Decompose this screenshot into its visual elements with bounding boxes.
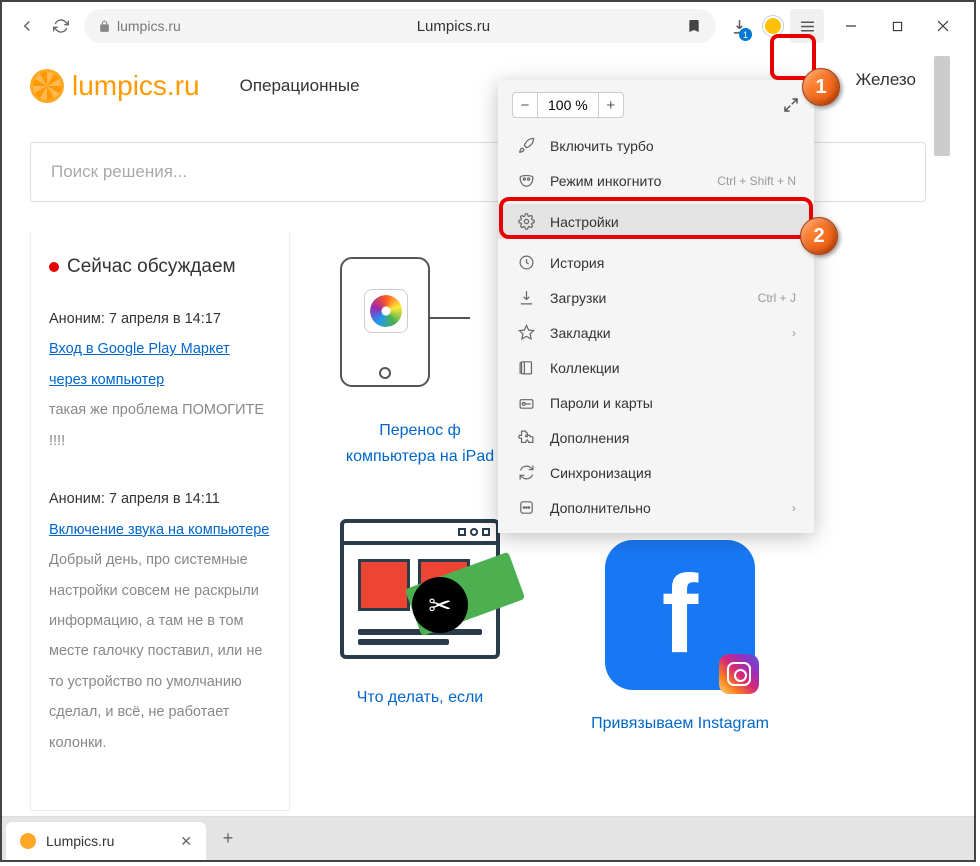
nav-os[interactable]: Операционные xyxy=(240,76,360,96)
tab-bar: Lumpics.ru ✕ + xyxy=(2,816,974,860)
article-card[interactable]: ✂ Что делать, если xyxy=(320,509,520,711)
scrollbar[interactable] xyxy=(934,56,950,156)
rocket-icon xyxy=(516,136,536,156)
lock-icon xyxy=(98,20,111,33)
menu-item-label: Закладки xyxy=(550,325,611,341)
window-controls xyxy=(828,9,966,43)
live-dot-icon xyxy=(49,262,59,272)
menu-item-mask[interactable]: Режим инкогнито Ctrl + Shift + N xyxy=(498,163,814,198)
bookmark-icon[interactable] xyxy=(686,18,702,34)
menu-item-download[interactable]: Загрузки Ctrl + J xyxy=(498,280,814,315)
zoom-value: 100 % xyxy=(538,92,598,118)
menu-item-label: Включить турбо xyxy=(550,138,654,154)
article-card[interactable]: f Привязываем Instagram xyxy=(580,535,780,737)
zoom-controls: − 100 % + xyxy=(498,88,814,128)
comment-item: Аноним: 7 апреля в 14:17 Вход в Google P… xyxy=(49,304,271,456)
minimize-button[interactable] xyxy=(828,9,874,43)
menu-item-label: Настройки xyxy=(550,214,619,230)
menu-shortcut: Ctrl + Shift + N xyxy=(717,174,796,188)
comment-meta: Аноним: 7 апреля в 14:11 xyxy=(49,484,271,514)
menu-item-label: Коллекции xyxy=(550,360,620,376)
comment-meta: Аноним: 7 апреля в 14:17 xyxy=(49,304,271,334)
instagram-icon xyxy=(719,654,759,694)
menu-item-puzzle[interactable]: Дополнения xyxy=(498,420,814,455)
browser-tab[interactable]: Lumpics.ru ✕ xyxy=(6,822,206,860)
tab-close-button[interactable]: ✕ xyxy=(180,833,192,850)
card-title[interactable]: Привязываем Instagram xyxy=(580,711,780,737)
menu-item-label: Пароли и карты xyxy=(550,395,653,411)
zoom-in-button[interactable]: + xyxy=(598,92,624,118)
chevron-right-icon: › xyxy=(792,326,796,340)
reload-button[interactable] xyxy=(44,9,78,43)
menu-item-star[interactable]: Закладки › xyxy=(498,315,814,350)
menu-item-gear[interactable]: Настройки xyxy=(498,204,814,239)
tab-title: Lumpics.ru xyxy=(46,833,114,849)
annotation-marker-1: 1 xyxy=(802,68,840,106)
menu-item-label: История xyxy=(550,255,604,271)
new-tab-button[interactable]: + xyxy=(212,822,244,854)
download-badge: 1 xyxy=(739,28,752,41)
annotation-marker-2: 2 xyxy=(800,217,838,255)
card-thumbnail: ✂ xyxy=(330,509,510,669)
discussion-title: Сейчас обсуждаем xyxy=(49,256,271,278)
downloads-button[interactable]: 1 xyxy=(722,9,756,43)
tab-favicon xyxy=(20,833,36,849)
star-icon xyxy=(516,323,536,343)
more-icon xyxy=(516,498,536,518)
sync-icon xyxy=(516,463,536,483)
menu-item-label: Дополнения xyxy=(550,430,629,446)
page-title: Lumpics.ru xyxy=(221,18,686,35)
menu-shortcut: Ctrl + J xyxy=(758,291,796,305)
back-button[interactable] xyxy=(10,9,44,43)
comment-item: Аноним: 7 апреля в 14:11 Включение звука… xyxy=(49,484,271,758)
discussion-sidebar: Сейчас обсуждаем Аноним: 7 апреля в 14:1… xyxy=(30,232,290,811)
address-bar[interactable]: lumpics.ru Lumpics.ru xyxy=(84,9,716,43)
card-title[interactable]: Перенос фкомпьютера на iPad xyxy=(320,418,520,469)
menu-item-clock[interactable]: История xyxy=(498,245,814,280)
menu-item-sync[interactable]: Синхронизация xyxy=(498,455,814,490)
puzzle-icon xyxy=(516,428,536,448)
logo-icon xyxy=(30,69,64,103)
clock-icon xyxy=(516,253,536,273)
menu-item-collection[interactable]: Коллекции xyxy=(498,350,814,385)
comment-text: Добрый день, про системные настройки сов… xyxy=(49,545,271,758)
mask-icon xyxy=(516,171,536,191)
browser-toolbar: lumpics.ru Lumpics.ru 1 xyxy=(2,2,974,50)
menu-item-label: Дополнительно xyxy=(550,500,651,516)
comment-link[interactable]: Включение звука на компьютере xyxy=(49,522,269,538)
logo-text: lumpics.ru xyxy=(72,70,200,102)
gear-icon xyxy=(516,212,536,232)
comment-link[interactable]: Вход в Google Play Маркет через компьюте… xyxy=(49,341,230,387)
main-menu-dropdown: − 100 % + Включить турбо Режим инкогнито C… xyxy=(498,80,814,533)
menu-item-rocket[interactable]: Включить турбо xyxy=(498,128,814,163)
search-placeholder: Поиск решения... xyxy=(51,162,187,182)
site-logo[interactable]: lumpics.ru xyxy=(30,69,200,103)
chevron-right-icon: › xyxy=(792,501,796,515)
article-card[interactable]: Перенос фкомпьютера на iPad xyxy=(320,242,520,469)
collection-icon xyxy=(516,358,536,378)
key-icon xyxy=(516,393,536,413)
download-icon xyxy=(516,288,536,308)
menu-item-label: Загрузки xyxy=(550,290,606,306)
menu-item-more[interactable]: Дополнительно › xyxy=(498,490,814,525)
zoom-out-button[interactable]: − xyxy=(512,92,538,118)
menu-item-key[interactable]: Пароли и карты xyxy=(498,385,814,420)
fullscreen-button[interactable] xyxy=(782,96,800,114)
menu-item-label: Режим инкогнито xyxy=(550,173,661,189)
card-thumbnail: f xyxy=(590,535,770,695)
menu-item-label: Синхронизация xyxy=(550,465,651,481)
card-thumbnail xyxy=(330,242,510,402)
maximize-button[interactable] xyxy=(874,9,920,43)
close-button[interactable] xyxy=(920,9,966,43)
comment-text: такая же проблема ПОМОГИТЕ !!!! xyxy=(49,395,271,456)
card-title[interactable]: Что делать, если xyxy=(320,685,520,711)
url-host: lumpics.ru xyxy=(117,18,181,34)
